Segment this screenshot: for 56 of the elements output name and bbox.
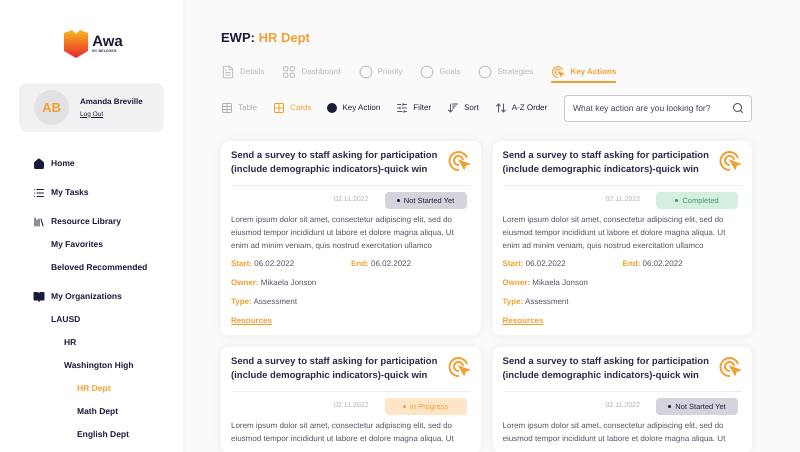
card-field: Start: 06.02.2022 — [231, 258, 351, 270]
sidebar-item[interactable]: Resource Library — [51, 215, 121, 228]
card-field: Owner: Mikaela Jonson — [502, 276, 742, 289]
target-icon — [446, 148, 470, 172]
sidebar-item[interactable]: Math Dept — [77, 405, 118, 418]
card-title: Send a survey to staff asking for participation (include demographic indicators)-quick win — [502, 354, 710, 383]
card-title: Send a survey to staff asking for participation (include demographic indicators)-quick win — [502, 148, 710, 176]
user-name: Amanda Breville — [80, 96, 143, 108]
sort-icon — [447, 102, 460, 114]
library-icon — [33, 216, 45, 228]
page-title: EWP: HR Dept — [221, 29, 311, 47]
cards-icon — [273, 102, 286, 114]
sidebar-item[interactable]: English Dept — [77, 428, 129, 441]
sidebar-item[interactable]: My Organizations — [51, 290, 122, 303]
sidebar-item[interactable]: Washington High — [64, 359, 134, 372]
book-logo-icon — [64, 30, 88, 58]
logo-name: Awa — [92, 34, 123, 49]
card-field: Owner: Mikaela Jonson — [231, 276, 470, 289]
toolbar-button[interactable]: A-Z Order — [494, 102, 548, 114]
circle-icon — [478, 64, 492, 78]
target-icon — [551, 64, 566, 78]
filter-icon — [396, 102, 408, 114]
card-field: End: 06.02.2022 — [351, 258, 412, 270]
search-field[interactable]: What key action are you looking for? — [564, 94, 752, 122]
grid-icon — [282, 64, 296, 78]
circle-icon — [420, 64, 434, 78]
search-icon[interactable] — [732, 102, 744, 114]
card-field: Type: Assessment — [502, 296, 742, 308]
toolbar-button[interactable]: Key Action — [327, 102, 380, 114]
circle-icon — [358, 64, 373, 78]
card-description: Lorem ipsum dolor sit amet, consectetur adipiscing elit, sed do eiusmod tempor incididunt ut labore et dolore magna aliqua. Ut enim ad minim veniam, quis nostrud exercitation ullamco — [231, 214, 455, 252]
sidebar-item[interactable]: My Favorites — [51, 238, 103, 251]
card-title: Send a survey to staff asking for participation (include demographic indicators)-quick win — [231, 354, 438, 383]
card-description: Lorem ipsum dolor sit amet, consectetur adipiscing elit, sed do eiusmod tempor incididunt ut labore et dolore magna aliqua. Ut enim ad minim veniam, quis nostrud exercitation ullamco — [502, 214, 726, 252]
target-icon — [446, 354, 470, 379]
card-description: Lorem ipsum dolor sit amet, consectetur adipiscing elit, sed do eiusmod tempor incididunt ut labore et dolore magna aliqua. Ut — [231, 420, 455, 445]
home-icon — [33, 158, 45, 170]
table-icon — [221, 102, 233, 114]
card-field: Type: Assessment — [231, 296, 470, 308]
sidebar-item[interactable]: Beloved Recommended — [51, 261, 148, 274]
card-description: Lorem ipsum dolor sit amet, consectetur adipiscing elit, sed do eiusmod tempor incididunt ut labore et dolore magna aliqua. Ut — [502, 420, 726, 445]
target-icon — [718, 354, 742, 379]
sort-arrows-icon — [494, 102, 507, 114]
sidebar-item[interactable]: LAUSD — [51, 313, 80, 326]
toolbar-button[interactable]: Sort — [447, 102, 479, 114]
sidebar-item[interactable]: HR — [64, 336, 76, 349]
target-icon — [718, 148, 742, 172]
book-icon — [33, 290, 45, 302]
avatar: AB — [34, 90, 69, 125]
card-title: Send a survey to staff asking for participation (include demographic indicators)-quick win — [231, 148, 438, 176]
sidebar-item[interactable]: Home — [51, 157, 75, 170]
document-icon — [221, 64, 235, 78]
toolbar-button[interactable]: Filter — [396, 102, 432, 114]
card-field: Start: 06.02.2022 — [502, 258, 622, 270]
sidebar-item[interactable]: My Tasks — [51, 186, 89, 199]
card-field: End: 06.02.2022 — [622, 258, 683, 270]
